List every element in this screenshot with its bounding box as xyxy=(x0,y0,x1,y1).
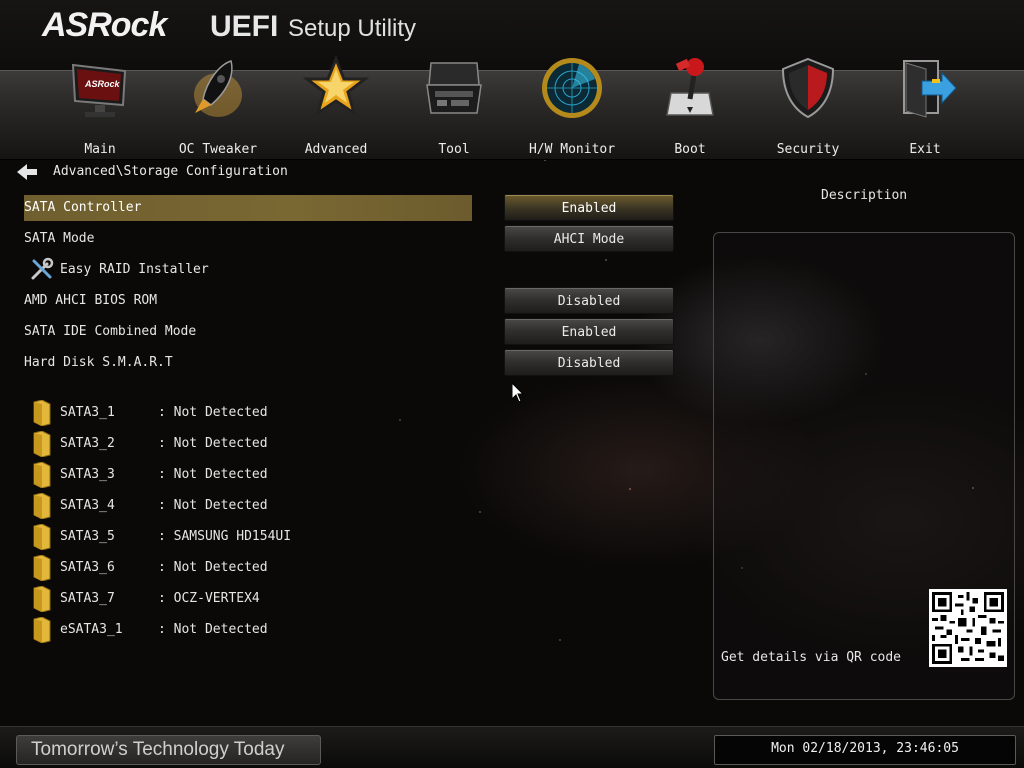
drive-name: SATA3_4 xyxy=(60,498,115,513)
drive-status: : Not Detected xyxy=(158,622,268,637)
folder-icon xyxy=(33,524,51,550)
slogan: Tomorrow’s Technology Today xyxy=(31,739,285,760)
footer: Tomorrow’s Technology Today Mon 02/18/20… xyxy=(0,726,1024,768)
sata-mode-value[interactable]: AHCI Mode xyxy=(504,225,674,252)
tab-advanced[interactable]: Advanced xyxy=(281,55,391,161)
shield-icon xyxy=(781,57,835,119)
tab-main[interactable]: ASRock Main xyxy=(45,55,155,161)
setting-easy-raid-installer-label: Easy RAID Installer xyxy=(60,262,209,277)
sata-ide-combined-mode-value[interactable]: Enabled xyxy=(504,318,674,345)
tab-oc-tweaker-label: OC Tweaker xyxy=(178,142,258,157)
breadcrumb: Advanced\Storage Configuration xyxy=(53,164,288,179)
setting-sata-controller-label: SATA Controller xyxy=(24,200,142,215)
title-setup-utility: Setup Utility xyxy=(288,15,417,42)
asrock-logo: ASRock xyxy=(42,6,167,44)
datetime: Mon 02/18/2013, 23:46:05 xyxy=(771,741,959,756)
drive-status: : Not Detected xyxy=(158,436,268,451)
drive-status: : Not Detected xyxy=(158,560,268,575)
folder-icon xyxy=(33,586,51,612)
hard-disk-smart-value[interactable]: Disabled xyxy=(504,349,674,376)
amd-ahci-bios-rom-value[interactable]: Disabled xyxy=(504,287,674,314)
tab-exit-label: Exit xyxy=(909,142,941,157)
tab-main-label: Main xyxy=(84,142,116,157)
mouse-cursor-icon xyxy=(512,383,524,402)
description-title: Description xyxy=(821,188,908,203)
drive-name: eSATA3_1 xyxy=(60,622,123,637)
tab-tool-label: Tool xyxy=(438,142,470,157)
toolbox-icon xyxy=(426,62,482,114)
drive-name: SATA3_5 xyxy=(60,529,115,544)
joystick-icon xyxy=(666,58,714,116)
drive-name: SATA3_2 xyxy=(60,436,115,451)
monitor-icon: ASRock xyxy=(71,63,127,117)
sata-controller-value[interactable]: Enabled xyxy=(504,194,674,221)
tab-boot[interactable]: Boot xyxy=(635,55,745,161)
setting-amd-ahci-bios-rom[interactable]: AMD AHCI BIOS ROM xyxy=(24,288,157,314)
drive-name: SATA3_7 xyxy=(60,591,115,606)
drive-name: SATA3_3 xyxy=(60,467,115,482)
setting-hard-disk-smart[interactable]: Hard Disk S.M.A.R.T xyxy=(24,350,173,376)
rocket-icon xyxy=(194,60,242,117)
folder-icon xyxy=(33,555,51,581)
tab-boot-label: Boot xyxy=(674,142,706,157)
setting-sata-controller[interactable]: SATA Controller xyxy=(24,195,472,221)
setting-hard-disk-smart-label: Hard Disk S.M.A.R.T xyxy=(24,355,173,370)
setting-easy-raid-installer[interactable]: Easy RAID Installer xyxy=(60,257,209,283)
tab-oc-tweaker[interactable]: OC Tweaker xyxy=(163,55,273,161)
wrench-screwdriver-icon xyxy=(31,257,54,280)
tab-advanced-label: Advanced xyxy=(304,142,368,157)
setting-amd-ahci-bios-rom-label: AMD AHCI BIOS ROM xyxy=(24,293,158,308)
setting-sata-mode-label: SATA Mode xyxy=(24,231,95,246)
back-arrow-icon[interactable] xyxy=(17,164,37,180)
qr-code-icon xyxy=(929,589,1007,667)
drive-status: : OCZ-VERTEX4 xyxy=(158,591,260,606)
setting-sata-mode[interactable]: SATA Mode xyxy=(24,226,94,252)
folder-icon xyxy=(33,617,51,643)
setting-sata-ide-combined-mode[interactable]: SATA IDE Combined Mode xyxy=(24,319,196,345)
folder-icon xyxy=(33,431,51,457)
svg-text:ASRock: ASRock xyxy=(84,79,121,89)
drive-name: SATA3_1 xyxy=(60,405,115,420)
exit-door-icon xyxy=(903,60,957,118)
tab-exit[interactable]: Exit xyxy=(870,55,980,161)
tab-hw-monitor[interactable]: H/W Monitor xyxy=(517,55,627,161)
radar-icon xyxy=(542,58,602,118)
tab-tool[interactable]: Tool xyxy=(399,55,509,161)
title-uefi: UEFI xyxy=(210,10,279,43)
qr-label: Get details via QR code xyxy=(721,650,902,665)
star-icon xyxy=(303,55,369,117)
folder-icon xyxy=(33,493,51,519)
main-nav: ASRock Main OC Tweaker Advanced Tool H/W… xyxy=(0,55,1024,160)
tab-security-label: Security xyxy=(776,142,840,157)
folder-icon xyxy=(33,462,51,488)
folder-icon xyxy=(33,400,51,426)
setting-sata-ide-combined-mode-label: SATA IDE Combined Mode xyxy=(24,324,197,339)
drive-status: : Not Detected xyxy=(158,467,268,482)
drive-status: : Not Detected xyxy=(158,498,268,513)
drive-status: : Not Detected xyxy=(158,405,268,420)
drive-name: SATA3_6 xyxy=(60,560,115,575)
tab-hw-monitor-label: H/W Monitor xyxy=(528,142,616,157)
tab-security[interactable]: Security xyxy=(753,55,863,161)
drive-status: : SAMSUNG HD154UI xyxy=(158,529,292,544)
